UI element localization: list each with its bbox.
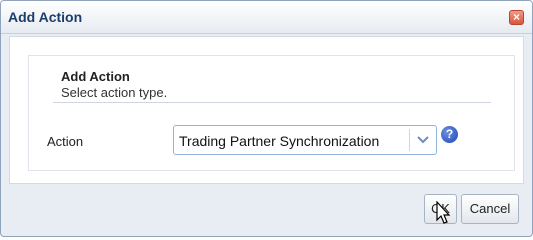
action-type-value: Trading Partner Synchronization bbox=[179, 133, 380, 149]
panel-subtitle: Select action type. bbox=[61, 85, 168, 100]
dialog-body: Add Action Select action type. Action Tr… bbox=[9, 36, 524, 184]
panel-divider bbox=[53, 102, 491, 103]
action-field-label: Action bbox=[47, 134, 84, 149]
action-type-select[interactable]: Trading Partner Synchronization bbox=[173, 125, 437, 155]
close-icon[interactable]: × bbox=[509, 10, 524, 25]
chevron-down-icon[interactable] bbox=[416, 134, 430, 146]
dialog-titlebar[interactable]: Add Action × bbox=[1, 1, 532, 34]
action-panel: Add Action Select action type. Action Tr… bbox=[28, 55, 515, 171]
dialog-title: Add Action bbox=[8, 9, 83, 25]
cancel-button[interactable]: Cancel bbox=[461, 194, 519, 224]
panel-title: Add Action bbox=[61, 69, 130, 84]
help-icon[interactable]: ? bbox=[441, 126, 458, 143]
add-action-dialog: Add Action × Add Action Select action ty… bbox=[0, 0, 533, 237]
select-separator bbox=[409, 129, 410, 151]
mouse-pointer-icon bbox=[436, 201, 451, 224]
